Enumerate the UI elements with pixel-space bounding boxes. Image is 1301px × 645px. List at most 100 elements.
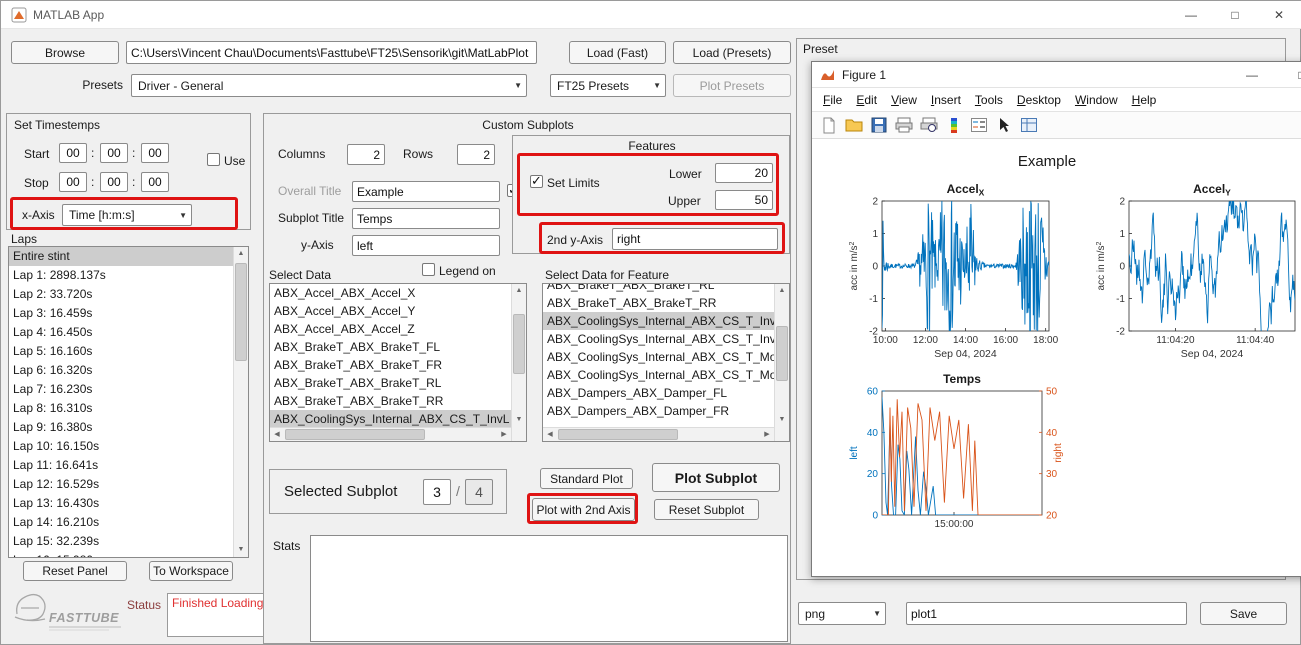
- list-item[interactable]: ABX_BrakeT_ABX_BrakeT_RR: [270, 392, 511, 410]
- stop-m-field[interactable]: [100, 172, 128, 192]
- maximize-button[interactable]: □: [1213, 1, 1257, 29]
- list-item[interactable]: ABX_Accel_ABX_Accel_Y: [270, 302, 511, 320]
- list-item[interactable]: ABX_CoolingSys_Internal_ABX_CS_T_InvR: [543, 330, 774, 348]
- scroll-thumb[interactable]: [285, 429, 425, 440]
- list-item[interactable]: Lap 9: 16.380s: [9, 418, 233, 437]
- start-h-field[interactable]: [59, 143, 87, 163]
- to-workspace-button[interactable]: To Workspace: [149, 561, 233, 581]
- columns-field[interactable]: [347, 144, 385, 165]
- minimize-button[interactable]: —: [1169, 1, 1213, 29]
- new-figure-icon[interactable]: [818, 115, 839, 136]
- laps-scrollbar[interactable]: ▲ ▼: [233, 247, 248, 557]
- scroll-left-icon[interactable]: ◀: [270, 428, 284, 441]
- list-item[interactable]: ABX_Dampers_ABX_Damper_FL: [543, 384, 774, 402]
- reset-subplot-button[interactable]: Reset Subplot: [654, 499, 759, 520]
- list-item[interactable]: Lap 6: 16.320s: [9, 361, 233, 380]
- scroll-down-icon[interactable]: ▼: [775, 413, 789, 427]
- list-item[interactable]: Lap 14: 16.210s: [9, 513, 233, 532]
- use-checkbox[interactable]: [207, 153, 220, 166]
- scroll-up-icon[interactable]: ▲: [512, 284, 526, 298]
- lower-field[interactable]: [715, 163, 773, 183]
- menu-desktop[interactable]: Desktop: [1010, 91, 1068, 109]
- menu-tools[interactable]: Tools: [968, 91, 1010, 109]
- list-item[interactable]: Lap 16: 15.980s: [9, 551, 233, 557]
- figure-maximize-button[interactable]: □: [1280, 62, 1301, 88]
- overall-title-field[interactable]: [352, 181, 500, 202]
- list-item[interactable]: ABX_CoolingSys_Internal_ABX_CS_T_InvL: [543, 312, 774, 330]
- list-item[interactable]: ABX_Accel_ABX_Accel_X: [270, 284, 511, 302]
- list-item[interactable]: Lap 15: 32.239s: [9, 532, 233, 551]
- list-item[interactable]: ABX_BrakeT_ABX_BrakeT_FL: [270, 338, 511, 356]
- list-item[interactable]: Lap 3: 16.459s: [9, 304, 233, 323]
- list-item[interactable]: Lap 8: 16.310s: [9, 399, 233, 418]
- plot-subplot-button[interactable]: Plot Subplot: [652, 463, 780, 492]
- set-limits-checkbox[interactable]: [530, 175, 543, 188]
- edit-plot-icon[interactable]: [993, 115, 1014, 136]
- start-m-field[interactable]: [100, 143, 128, 163]
- load-presets-button[interactable]: Load (Presets): [673, 41, 791, 64]
- reset-panel-button[interactable]: Reset Panel: [23, 561, 127, 581]
- feature-vscroll[interactable]: ▲ ▼: [774, 284, 789, 441]
- list-item[interactable]: Lap 1: 2898.137s: [9, 266, 233, 285]
- stop-h-field[interactable]: [59, 172, 87, 192]
- list-item[interactable]: Lap 13: 16.430s: [9, 494, 233, 513]
- rows-field[interactable]: [457, 144, 495, 165]
- list-item[interactable]: Entire stint: [9, 247, 233, 266]
- laps-list[interactable]: Entire stintLap 1: 2898.137sLap 2: 33.72…: [8, 246, 249, 558]
- list-item[interactable]: ABX_Accel_ABX_Accel_Z: [270, 320, 511, 338]
- plot-with-2nd-axis-button[interactable]: Plot with 2nd Axis: [532, 498, 635, 521]
- list-item[interactable]: ABX_BrakeT_ABX_BrakeT_FR: [270, 356, 511, 374]
- property-inspector-icon[interactable]: [1018, 115, 1039, 136]
- list-item[interactable]: Lap 10: 16.150s: [9, 437, 233, 456]
- browse-button[interactable]: Browse: [11, 41, 119, 64]
- save-button[interactable]: Save: [1200, 602, 1287, 625]
- list-item[interactable]: ABX_CoolingSys_Internal_ABX_CS_T_InvL: [270, 410, 511, 427]
- menu-file[interactable]: File: [816, 91, 849, 109]
- filename-input[interactable]: [906, 602, 1187, 625]
- scroll-down-icon[interactable]: ▼: [234, 543, 248, 557]
- select-data-vscroll[interactable]: ▲ ▼: [511, 284, 526, 441]
- scroll-right-icon[interactable]: ▶: [760, 428, 774, 441]
- menu-insert[interactable]: Insert: [924, 91, 968, 109]
- list-item[interactable]: ABX_CoolingSys_Internal_ABX_CS_T_Mo: [543, 366, 774, 384]
- scroll-right-icon[interactable]: ▶: [497, 428, 511, 441]
- list-item[interactable]: ABX_BrakeT_ABX_BrakeT_RR: [543, 294, 774, 312]
- insert-colorbar-icon[interactable]: [943, 115, 964, 136]
- list-item[interactable]: Lap 4: 16.450s: [9, 323, 233, 342]
- stop-s-field[interactable]: [141, 172, 169, 192]
- scroll-thumb[interactable]: [235, 263, 247, 361]
- figure-minimize-button[interactable]: —: [1230, 62, 1274, 88]
- list-item[interactable]: ABX_Dampers_ABX_Damper_FR: [543, 402, 774, 420]
- menu-edit[interactable]: Edit: [849, 91, 884, 109]
- scroll-down-icon[interactable]: ▼: [512, 413, 526, 427]
- scroll-thumb[interactable]: [513, 314, 525, 374]
- ft25-presets-dropdown[interactable]: FT25 Presets ▼: [550, 74, 666, 97]
- list-item[interactable]: Lap 2: 33.720s: [9, 285, 233, 304]
- list-item[interactable]: Lap 7: 16.230s: [9, 380, 233, 399]
- print-figure-icon[interactable]: [893, 115, 914, 136]
- scroll-thumb[interactable]: [558, 429, 678, 440]
- subplot-title-field[interactable]: [352, 208, 500, 229]
- feature-data-list[interactable]: ABX_BrakeT_ABX_BrakeT_RLABX_BrakeT_ABX_B…: [542, 283, 790, 442]
- legend-checkbox[interactable]: [422, 263, 435, 276]
- scroll-up-icon[interactable]: ▲: [775, 284, 789, 298]
- print-preview-icon[interactable]: [918, 115, 939, 136]
- selected-subplot-field[interactable]: [423, 479, 451, 505]
- path-input[interactable]: [126, 41, 537, 64]
- x-axis-dropdown[interactable]: Time [h:m:s] ▼: [62, 204, 192, 226]
- select-data-list[interactable]: ABX_Accel_ABX_Accel_XABX_Accel_ABX_Accel…: [269, 283, 527, 442]
- select-data-hscroll[interactable]: ◀ ▶: [270, 427, 511, 441]
- start-s-field[interactable]: [141, 143, 169, 163]
- insert-legend-icon[interactable]: [968, 115, 989, 136]
- close-button[interactable]: ✕: [1257, 1, 1301, 29]
- standard-plot-button[interactable]: Standard Plot: [540, 468, 633, 489]
- menu-view[interactable]: View: [884, 91, 924, 109]
- save-figure-icon[interactable]: [868, 115, 889, 136]
- format-dropdown[interactable]: png ▼: [798, 602, 886, 625]
- list-item[interactable]: ABX_BrakeT_ABX_BrakeT_RL: [270, 374, 511, 392]
- y-axis-field[interactable]: [352, 235, 500, 256]
- menu-help[interactable]: Help: [1125, 91, 1164, 109]
- list-item[interactable]: ABX_BrakeT_ABX_BrakeT_RL: [543, 284, 774, 294]
- plot-presets-button[interactable]: Plot Presets: [673, 74, 791, 97]
- open-file-icon[interactable]: [843, 115, 864, 136]
